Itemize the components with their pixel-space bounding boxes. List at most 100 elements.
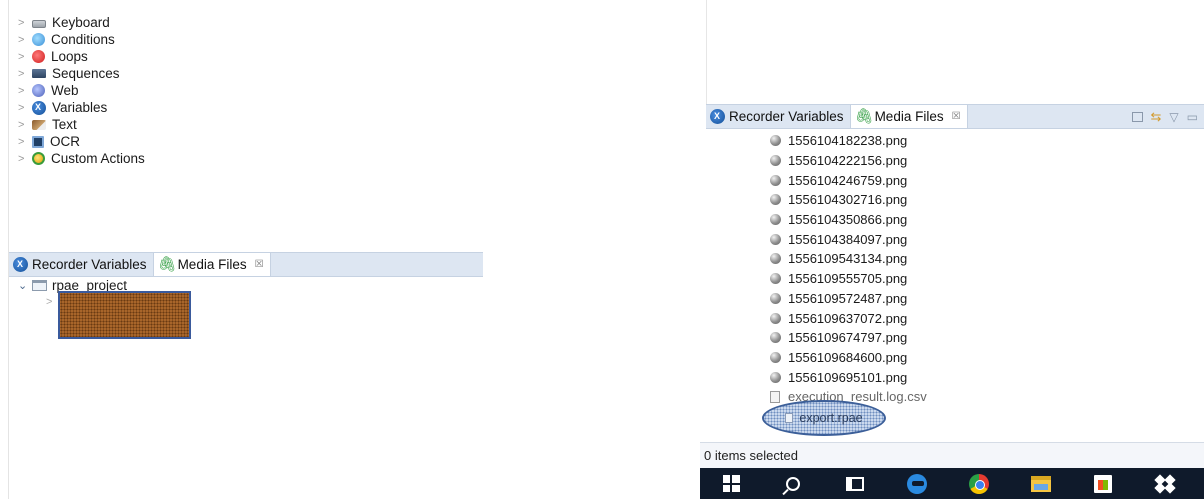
list-item[interactable]: 1556104384097.png [770, 229, 927, 249]
palette-item-web[interactable]: > Web [18, 82, 145, 99]
status-text: 0 items selected [704, 448, 798, 463]
folder-icon [32, 280, 47, 291]
palette-item-ocr[interactable]: > OCR [18, 133, 145, 150]
tab-label: Media Files [177, 257, 247, 272]
palette-item-label: Loops [51, 49, 88, 64]
chevron-right-icon[interactable]: > [18, 119, 32, 131]
keyboard-icon [32, 19, 46, 28]
chevron-right-icon[interactable]: > [18, 17, 32, 29]
task-view-button[interactable] [824, 468, 886, 499]
chevron-right-icon[interactable]: > [18, 153, 32, 165]
tab-label: Recorder Variables [32, 257, 147, 272]
search-button[interactable] [762, 468, 824, 499]
image-file-icon [770, 292, 781, 304]
csv-file-icon [770, 390, 780, 403]
close-icon[interactable]: ☒ [952, 111, 961, 122]
list-item[interactable]: 1556104222156.png [770, 151, 927, 171]
file-name: 1556104384097.png [788, 231, 908, 247]
list-item[interactable]: 1556109543134.png [770, 249, 927, 269]
tab-media-files[interactable]: 🖇 Media Files ☒ [152, 253, 271, 276]
list-item[interactable]: 1556104302716.png [770, 190, 927, 210]
redacted-region [58, 291, 191, 339]
chevron-down-icon[interactable]: ⌄ [18, 279, 32, 292]
palette-item-loops[interactable]: > Loops [18, 48, 145, 65]
view-tab-bar: Recorder Variables 🖇 Media Files ☒ [9, 252, 483, 277]
list-item[interactable]: 1556109674797.png [770, 328, 927, 348]
store-icon [1094, 474, 1112, 493]
file-name: 1556109637072.png [788, 310, 908, 326]
view-menu-icon[interactable]: ▽ [1169, 110, 1178, 124]
file-name: 1556104350866.png [788, 212, 908, 228]
windows-taskbar [700, 468, 1204, 499]
image-file-icon [770, 273, 781, 285]
list-item[interactable]: 1556104246759.png [770, 170, 927, 190]
list-item[interactable]: 1556109637072.png [770, 308, 927, 328]
palette-item-conditions[interactable]: > Conditions [18, 31, 145, 48]
palette-item-custom-actions[interactable]: > Custom Actions [18, 150, 145, 167]
image-file-icon [770, 371, 781, 383]
tab-recorder-variables[interactable]: Recorder Variables [706, 105, 850, 128]
palette-item-label: Text [52, 117, 77, 132]
dropbox-button[interactable] [1134, 468, 1196, 499]
custom-actions-icon [32, 152, 45, 165]
image-file-icon [770, 194, 781, 206]
file-icon [785, 413, 794, 423]
palette-item-keyboard[interactable]: > Keyboard [18, 14, 145, 31]
edge-button[interactable] [886, 468, 948, 499]
chevron-right-icon[interactable]: > [18, 34, 32, 46]
list-item[interactable]: 1556109684600.png [770, 348, 927, 368]
store-button[interactable] [1072, 468, 1134, 499]
minimize-icon[interactable]: ▭ [1187, 110, 1198, 124]
chevron-right-icon[interactable]: > [18, 68, 32, 80]
image-file-icon [770, 312, 781, 324]
variables-icon [32, 100, 46, 115]
collapse-all-icon[interactable] [1131, 112, 1143, 122]
image-file-icon [770, 174, 781, 186]
image-file-icon [770, 332, 781, 344]
palette-item-text[interactable]: > Text [18, 116, 145, 133]
image-file-icon [770, 214, 781, 226]
palette-item-sequences[interactable]: > Sequences [18, 65, 145, 82]
sequences-icon [32, 69, 46, 78]
tab-recorder-variables[interactable]: Recorder Variables [9, 253, 153, 276]
chevron-right-icon[interactable]: > [18, 102, 32, 114]
palette-item-variables[interactable]: > Variables [18, 99, 145, 116]
panel-border [8, 0, 9, 499]
file-name: 1556109684600.png [788, 349, 908, 365]
palette-item-label: OCR [50, 134, 80, 149]
palette-item-label: Sequences [52, 66, 120, 81]
start-button[interactable] [700, 468, 762, 499]
edge-icon [907, 473, 927, 494]
task-view-icon [846, 476, 864, 491]
search-icon [786, 476, 800, 491]
list-item[interactable]: 1556109555705.png [770, 269, 927, 289]
panel-border [706, 0, 707, 110]
file-name: 1556109572487.png [788, 290, 908, 306]
variables-icon [710, 109, 725, 124]
chevron-right-icon[interactable]: > [18, 136, 32, 148]
status-bar: 0 items selected [700, 442, 1204, 468]
chevron-right-icon[interactable]: > [46, 296, 52, 308]
highlighted-file-export[interactable]: export.rpae [762, 400, 886, 436]
image-file-icon [770, 351, 781, 363]
file-name: 1556109674797.png [788, 330, 908, 346]
file-explorer-button[interactable] [1010, 468, 1072, 499]
chevron-right-icon[interactable]: > [18, 51, 32, 63]
list-item[interactable]: 1556104350866.png [770, 210, 927, 230]
chrome-button[interactable] [948, 468, 1010, 499]
close-icon[interactable]: ☒ [255, 259, 264, 270]
palette-item-label: Variables [52, 100, 108, 115]
list-item[interactable]: 1556109695101.png [770, 367, 927, 387]
chevron-right-icon[interactable]: > [18, 85, 32, 97]
file-name: export.rpae [799, 411, 863, 425]
list-item[interactable]: 1556104182238.png [770, 131, 927, 151]
tab-media-files[interactable]: 🖇 Media Files ☒ [849, 105, 968, 128]
file-name: 1556104222156.png [788, 153, 908, 169]
palette-item-label: Custom Actions [51, 151, 145, 166]
list-item[interactable]: 1556109572487.png [770, 289, 927, 309]
link-editor-icon[interactable]: ⇆ [1151, 109, 1162, 125]
file-name: 1556109555705.png [788, 271, 908, 287]
palette-item-label: Web [51, 83, 79, 98]
file-name: 1556104246759.png [788, 172, 908, 188]
chrome-icon [969, 473, 989, 494]
